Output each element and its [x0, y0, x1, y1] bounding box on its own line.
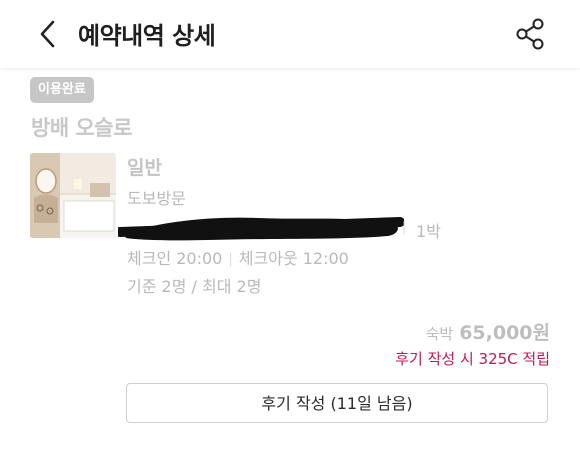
price-row: 숙박 65,000원 [426, 318, 550, 345]
nights: 1박 [416, 222, 441, 241]
status-badge: 이용완료 [30, 77, 94, 103]
divider: | [402, 220, 407, 235]
share-icon[interactable] [513, 16, 547, 52]
capacity: 기준 2명 / 최대 2명 [127, 277, 262, 296]
checkin-time: 체크인 20:00 [127, 249, 223, 268]
room-thumbnail[interactable] [30, 153, 116, 238]
app-header: 예약내역 상세 [0, 0, 580, 68]
checkout-time: 체크아웃 12:00 [238, 249, 349, 268]
page-title: 예약내역 상세 [78, 22, 216, 50]
write-review-button[interactable]: 후기 작성 (11일 남음) [126, 383, 548, 423]
visit-type: 도보방문 [127, 189, 186, 208]
price-label: 숙박 [425, 325, 454, 343]
chevron-left-icon[interactable] [34, 18, 62, 50]
room-type: 일반 [127, 157, 162, 179]
divider: | [228, 252, 233, 267]
hotel-name[interactable]: 방배 오슬로 [31, 112, 132, 142]
redaction-scribble [118, 217, 404, 241]
price-value: 65,000원 [459, 322, 550, 344]
review-reward-text: 후기 작성 시 325C 적립 [395, 350, 550, 368]
reservation-detail-page: 예약내역 상세 이용완료 방배 오슬로 일반 도보방문 | 1박 체크인 20:… [0, 0, 580, 449]
checkin-checkout-row: 체크인 20:00 | 체크아웃 12:00 [127, 245, 349, 269]
